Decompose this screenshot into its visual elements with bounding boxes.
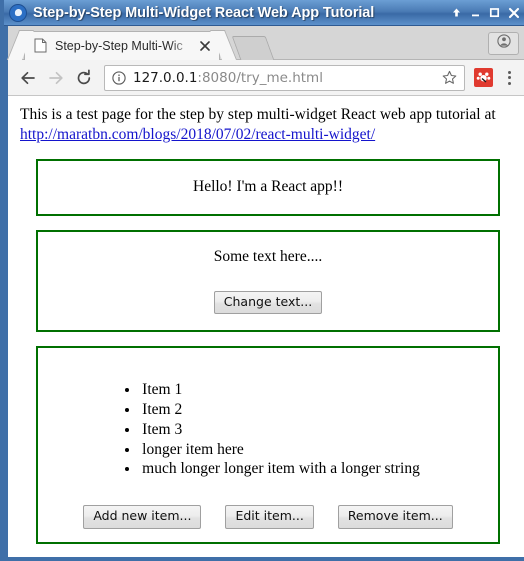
chrome-logo-icon — [9, 3, 27, 22]
new-tab-button[interactable] — [231, 36, 275, 60]
list-item: Item 2 — [140, 400, 420, 420]
browser-tab[interactable]: Step-by-Step Multi-Wic — [24, 31, 220, 60]
profile-avatar-button[interactable] — [488, 32, 519, 55]
change-text-row: Change text... — [38, 290, 498, 315]
menu-dot — [507, 70, 511, 74]
reload-button[interactable] — [70, 64, 98, 92]
some-text: Some text here.... — [213, 247, 323, 265]
url-host: 127.0.0.1 — [133, 69, 198, 86]
menu-dot — [507, 81, 511, 85]
address-bar[interactable]: 127.0.0.1:8080/try_me.html — [104, 64, 465, 91]
tab-strip: Step-by-Step Multi-Wic — [8, 26, 524, 60]
hello-text: Hello! I'm a React app!! — [193, 177, 343, 195]
window-titlebar: Step-by-Step Multi-Widget React Web App … — [4, 0, 524, 26]
window-maximize-button[interactable] — [485, 2, 504, 24]
account-avatar-icon — [496, 34, 511, 53]
list-button-row: Add new item... Edit item... Remove item… — [38, 505, 498, 529]
tab-close-icon[interactable] — [195, 36, 215, 56]
list-item: longer item here — [140, 440, 420, 460]
tutorial-link[interactable]: http://maratbn.com/blogs/2018/07/02/reac… — [20, 126, 375, 143]
edit-item-button[interactable]: Edit item... — [225, 505, 314, 529]
add-new-item-button[interactable]: Add new item... — [83, 505, 202, 529]
url-path: :8080/try_me.html — [197, 69, 323, 86]
tab-title: Step-by-Step Multi-Wic — [55, 39, 183, 53]
window-title: Step-by-Step Multi-Widget React Web App … — [33, 4, 375, 21]
window-shade-button[interactable] — [447, 2, 466, 24]
page-icon — [34, 38, 48, 54]
browser-toolbar: 127.0.0.1:8080/try_me.html — [8, 60, 524, 96]
widget-list-box: Item 1 Item 2 Item 3 longer item here mu… — [36, 346, 500, 544]
browser-window: Step-by-Step Multi-Widget React Web App … — [0, 0, 524, 561]
menu-dot — [507, 76, 511, 79]
remove-item-button[interactable]: Remove item... — [337, 505, 453, 529]
forward-button[interactable] — [42, 64, 70, 92]
widget-text-box: Some text here.... Change text... — [36, 229, 500, 333]
browser-menu-button[interactable] — [497, 65, 521, 91]
list-item: Item 3 — [140, 420, 420, 440]
item-list: Item 1 Item 2 Item 3 longer item here mu… — [116, 380, 420, 479]
change-text-button[interactable]: Change text... — [213, 290, 323, 315]
page-intro-paragraph: This is a test page for the step by step… — [20, 105, 512, 145]
info-circle-icon[interactable] — [112, 70, 126, 85]
window-minimize-button[interactable] — [466, 2, 485, 24]
back-button[interactable] — [14, 64, 42, 92]
list-item: Item 1 — [140, 380, 420, 400]
url-text: 127.0.0.1:8080/try_me.html — [133, 70, 440, 86]
bookmark-star-icon[interactable] — [440, 69, 458, 87]
extension-red-icon[interactable] — [474, 68, 493, 87]
page-intro-text: This is a test page for the step by step… — [20, 106, 496, 123]
list-item: much longer longer item with a longer st… — [140, 459, 420, 479]
widget-hello-box: Hello! I'm a React app!! — [36, 158, 500, 216]
page-viewport: This is a test page for the step by step… — [8, 96, 524, 557]
window-close-button[interactable] — [504, 2, 523, 24]
